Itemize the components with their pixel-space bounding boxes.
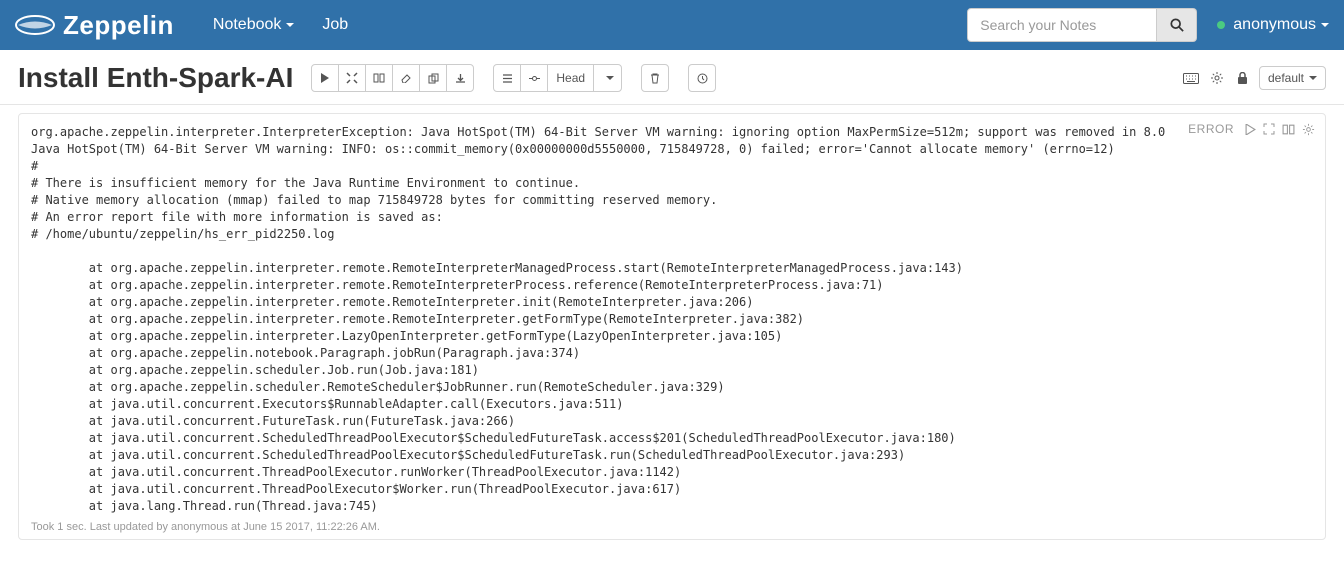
user-menu[interactable]: anonymous	[1217, 16, 1329, 34]
download-icon	[455, 73, 466, 84]
head-caret[interactable]	[593, 64, 622, 92]
clone-note-button[interactable]	[419, 64, 447, 92]
interpreter-binding-button[interactable]	[1207, 68, 1227, 88]
expand-icon	[1263, 123, 1275, 135]
caret-down-icon	[286, 23, 294, 27]
top-navbar: Zeppelin Notebook Job anonymous	[0, 0, 1344, 50]
book-icon	[1282, 124, 1295, 135]
trash-icon	[650, 73, 660, 84]
status-dot-icon	[1217, 21, 1225, 29]
nav-notebook[interactable]: Notebook	[199, 16, 309, 34]
gear-icon	[1210, 71, 1224, 85]
trash-button[interactable]	[641, 64, 669, 92]
scheduler-button[interactable]	[688, 64, 716, 92]
list-icon	[502, 73, 513, 84]
keyboard-shortcuts-button[interactable]	[1181, 68, 1201, 88]
copy-icon	[428, 73, 439, 84]
search-input[interactable]	[967, 8, 1157, 42]
paragraph-footer: Took 1 sec. Last updated by anonymous at…	[31, 521, 1313, 533]
search-icon	[1170, 18, 1184, 32]
run-paragraph-button[interactable]	[1245, 124, 1256, 135]
brand-logo[interactable]: Zeppelin	[15, 10, 174, 41]
gear-icon	[1302, 123, 1315, 136]
expand-icon	[346, 72, 358, 84]
head-dropdown[interactable]: Head	[547, 64, 594, 92]
nav-job[interactable]: Job	[308, 16, 362, 34]
note-header: Install Enth-Spark-AI Head default	[0, 50, 1344, 105]
search-button[interactable]	[1157, 8, 1197, 42]
play-icon	[320, 73, 330, 83]
brand-text: Zeppelin	[63, 10, 174, 41]
caret-down-icon	[606, 76, 614, 80]
run-all-button[interactable]	[311, 64, 339, 92]
play-icon	[1245, 124, 1256, 135]
lock-icon	[1237, 72, 1248, 85]
toggle-output-button[interactable]	[1282, 124, 1295, 135]
clock-icon	[697, 73, 708, 84]
clear-output-button[interactable]	[392, 64, 420, 92]
mode-dropdown[interactable]: default	[1259, 66, 1326, 90]
search-group	[967, 8, 1197, 42]
permissions-button[interactable]	[1233, 68, 1253, 88]
paragraph-controls: ERROR	[1188, 122, 1315, 136]
show-hide-code-button[interactable]	[338, 64, 366, 92]
show-hide-output-button[interactable]	[365, 64, 393, 92]
commit-icon	[529, 73, 540, 84]
caret-down-icon	[1321, 23, 1329, 27]
commit-button[interactable]	[520, 64, 548, 92]
paragraph-settings-button[interactable]	[1302, 123, 1315, 136]
paragraph-output: org.apache.zeppelin.interpreter.Interpre…	[31, 124, 1313, 515]
book-icon	[373, 73, 385, 83]
note-title[interactable]: Install Enth-Spark-AI	[18, 62, 293, 94]
zeppelin-icon	[15, 12, 55, 38]
paragraph-status: ERROR	[1188, 122, 1234, 136]
version-control-button[interactable]	[493, 64, 521, 92]
paragraph: ERROR org.apache.zeppelin.interpreter.In…	[18, 113, 1326, 540]
keyboard-icon	[1183, 73, 1199, 84]
export-note-button[interactable]	[446, 64, 474, 92]
eraser-icon	[400, 73, 412, 83]
expand-paragraph-button[interactable]	[1263, 123, 1275, 135]
caret-down-icon	[1309, 76, 1317, 80]
